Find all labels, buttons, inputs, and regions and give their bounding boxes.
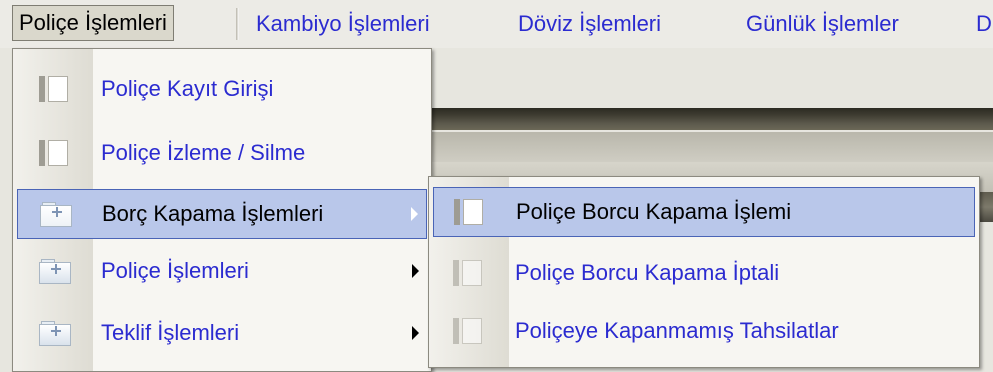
background-band: [430, 108, 993, 130]
police-islemleri-dropdown: Poliçe Kayıt Girişi Poliçe İzleme / Silm…: [12, 48, 432, 372]
document-icon: [453, 260, 482, 286]
menu-item-label: Poliçe İzleme / Silme: [101, 140, 306, 165]
menu-item-policeye-kapanmamis-tahsilatlar[interactable]: Poliçeye Kapanmamış Tahsilatlar: [433, 305, 975, 357]
menu-item-teklif-islemleri[interactable]: Teklif İşlemleri: [17, 307, 427, 359]
menu-item-police-borcu-kapama-islemi[interactable]: Poliçe Borcu Kapama İşlemi: [433, 187, 975, 237]
menu-item-label: Poliçe Borcu Kapama İptali: [515, 260, 780, 285]
menu-item-label: Poliçe Kayıt Girişi: [101, 76, 274, 101]
menu-kambiyo-islemleri-label: Kambiyo İşlemleri: [256, 11, 430, 36]
background-band: [430, 132, 993, 162]
folder-icon: [40, 202, 72, 227]
folder-icon: [39, 321, 71, 346]
menu-item-label: Borç Kapama İşlemleri: [102, 201, 324, 226]
menu-gunluk-islemler-label: Günlük İşlemler: [746, 11, 899, 36]
document-icon: [453, 318, 482, 344]
menu-item-label: Teklif İşlemleri: [101, 320, 240, 345]
menu-doviz-islemleri-label: Döviz İşlemleri: [518, 11, 662, 36]
menu-item-label: Poliçe İşlemleri: [101, 258, 249, 283]
menu-gunluk-islemler[interactable]: Günlük İşlemler: [740, 6, 905, 42]
menu-item-police-borcu-kapama-iptali[interactable]: Poliçe Borcu Kapama İptali: [433, 247, 975, 299]
menu-separator: [236, 8, 239, 40]
menu-item-label: Poliçe Borcu Kapama İşlemi: [516, 199, 792, 224]
menu-item-borc-kapama-islemleri[interactable]: Borç Kapama İşlemleri: [17, 189, 427, 239]
menu-doviz-islemleri[interactable]: Döviz İşlemleri: [512, 6, 667, 42]
menu-police-islemleri[interactable]: Poliçe İşlemleri: [12, 5, 174, 41]
menu-police-islemleri-label: Poliçe İşlemleri: [19, 10, 167, 35]
document-icon: [39, 76, 68, 102]
borc-kapama-submenu: Poliçe Borcu Kapama İşlemi Poliçe Borcu …: [428, 176, 980, 368]
submenu-arrow-icon: [412, 326, 419, 340]
menu-bar: Poliçe İşlemleri Kambiyo İşlemleri Döviz…: [0, 0, 993, 49]
submenu-arrow-icon: [412, 264, 419, 278]
submenu-arrow-icon: [411, 207, 418, 221]
menu-item-police-islemleri[interactable]: Poliçe İşlemleri: [17, 245, 427, 297]
menu-item-police-kayit-girisi[interactable]: Poliçe Kayıt Girişi: [17, 63, 427, 115]
document-icon: [39, 140, 68, 166]
document-icon: [454, 199, 483, 225]
menu-kambiyo-islemleri[interactable]: Kambiyo İşlemleri: [250, 6, 436, 42]
menu-item-label: Poliçeye Kapanmamış Tahsilatlar: [515, 318, 839, 343]
folder-icon: [39, 259, 71, 284]
menu-item-police-izleme-silme[interactable]: Poliçe İzleme / Silme: [17, 127, 427, 179]
menu-truncated-item-label: D: [976, 11, 992, 36]
menu-truncated-item[interactable]: D: [970, 6, 993, 42]
